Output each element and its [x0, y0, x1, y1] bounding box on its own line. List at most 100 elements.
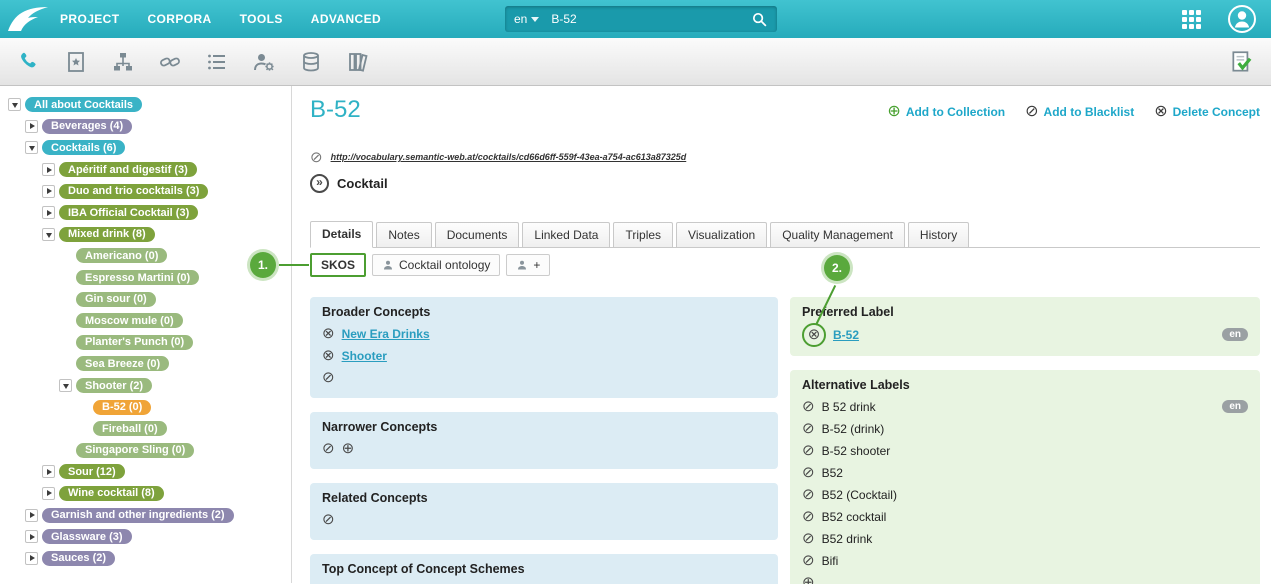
repository-icon[interactable]: [343, 47, 373, 77]
tree-expand-toggle-icon[interactable]: [42, 465, 55, 478]
poolparty-logo[interactable]: [0, 0, 56, 38]
user-avatar-icon[interactable]: [1227, 4, 1257, 34]
tree-node-all-about-cocktails[interactable]: All about Cocktails: [25, 97, 142, 112]
tree-expand-toggle-icon[interactable]: [25, 120, 38, 133]
tab-triples[interactable]: Triples: [613, 222, 673, 247]
preferred-label-value[interactable]: B-52: [833, 328, 859, 342]
remove-concept-icon[interactable]: ⊗: [322, 326, 335, 341]
tree-node-shooter-2[interactable]: Shooter (2): [76, 378, 152, 393]
tree-expand-toggle-icon[interactable]: [42, 206, 55, 219]
link-icon[interactable]: [155, 47, 185, 77]
tree-node-fireball-0[interactable]: Fireball (0): [93, 421, 167, 436]
tree-expand-toggle-icon[interactable]: [42, 163, 55, 176]
search-icon[interactable]: [751, 11, 768, 28]
tab-quality-management[interactable]: Quality Management: [770, 222, 905, 247]
subtab-skos[interactable]: SKOS1.: [310, 253, 366, 277]
annotation-ring: ⊗ 2.: [802, 323, 826, 347]
broader-concept-link[interactable]: Shooter: [342, 349, 387, 363]
tree-expand-toggle-icon[interactable]: [25, 509, 38, 522]
label-link-icon[interactable]: ⊘: [802, 553, 815, 568]
tab-details[interactable]: Details: [310, 221, 373, 248]
tree-expand-toggle-icon[interactable]: [25, 552, 38, 565]
tree-node-sea-breeze-0[interactable]: Sea Breeze (0): [76, 356, 169, 371]
label-link-icon[interactable]: ⊘: [802, 399, 815, 414]
tree-collapse-toggle-icon[interactable]: [25, 141, 38, 154]
link-concept-icon[interactable]: ⊘: [322, 512, 335, 527]
label-link-icon[interactable]: ⊘: [802, 421, 815, 436]
user-settings-icon[interactable]: [249, 47, 279, 77]
remove-concept-icon[interactable]: ⊗: [322, 348, 335, 363]
menu-item-tools[interactable]: TOOLS: [240, 12, 283, 26]
menu-item-advanced[interactable]: ADVANCED: [311, 12, 381, 26]
tab-visualization[interactable]: Visualization: [676, 222, 767, 247]
search-input[interactable]: B-52: [551, 12, 751, 26]
tree-collapse-toggle-icon[interactable]: [8, 98, 21, 111]
label-link-icon[interactable]: ⊘: [802, 509, 815, 524]
search-language-selector[interactable]: en: [514, 12, 539, 26]
tree-node-sour-12[interactable]: Sour (12): [59, 464, 125, 479]
project-toolbar: [0, 38, 1271, 86]
delete-concept-button[interactable]: ⊗Delete Concept: [1154, 104, 1260, 120]
broader-concept-link[interactable]: New Era Drinks: [342, 327, 430, 341]
tree-node-cocktails-6[interactable]: Cocktails (6): [42, 140, 125, 155]
tree-node-glassware-3[interactable]: Glassware (3): [42, 529, 132, 544]
tab-notes[interactable]: Notes: [376, 222, 431, 247]
tree-node-wine-cocktail-8[interactable]: Wine cocktail (8): [59, 486, 164, 501]
favorite-document-icon[interactable]: [61, 47, 91, 77]
alternative-label-value: B52: [822, 466, 843, 480]
tree-node-iba-official-cocktail-3[interactable]: IBA Official Cocktail (3): [59, 205, 198, 220]
search-box[interactable]: en B-52: [505, 6, 777, 32]
tree-node-gin-sour-0[interactable]: Gin sour (0): [76, 292, 156, 307]
tree-node-ap-ritif-and-digestif-3[interactable]: Apéritif and digestif (3): [59, 162, 197, 177]
alternative-label-value: B 52 drink: [822, 400, 876, 414]
tree-expand-toggle-icon[interactable]: [25, 530, 38, 543]
concept-uri-link[interactable]: http://vocabulary.semantic-web.at/cockta…: [331, 152, 687, 162]
person-icon: [516, 259, 528, 271]
tree-node-planter-s-punch-0[interactable]: Planter's Punch (0): [76, 335, 193, 350]
document-check-icon[interactable]: [1227, 47, 1257, 77]
menu-item-project[interactable]: PROJECT: [60, 12, 119, 26]
tree-node-americano-0[interactable]: Americano (0): [76, 248, 167, 263]
tree-row: Singapore Sling (0): [4, 440, 291, 462]
subtab-add-ontology[interactable]: +: [506, 254, 550, 276]
label-link-icon[interactable]: ⊘: [802, 487, 815, 502]
tree-expand-toggle-icon[interactable]: [42, 487, 55, 500]
content-area: All about Cocktails Beverages (4) Cocktail…: [0, 86, 1271, 583]
add-to-blacklist-button[interactable]: ⊘Add to Blacklist: [1025, 104, 1134, 120]
subtab-cocktail-ontology[interactable]: Cocktail ontology: [372, 254, 500, 276]
tree-collapse-toggle-icon[interactable]: [42, 228, 55, 241]
remove-label-icon[interactable]: ⊗: [808, 327, 821, 342]
hierarchy-icon[interactable]: [108, 47, 138, 77]
tree-node-sauces-2[interactable]: Sauces (2): [42, 551, 115, 566]
annotation-line: [279, 264, 309, 266]
tab-linked-data[interactable]: Linked Data: [522, 222, 610, 247]
tree-node-garnish-and-other-ingredients-2[interactable]: Garnish and other ingredients (2): [42, 508, 234, 523]
tree-node-moscow-mule-0[interactable]: Moscow mule (0): [76, 313, 183, 328]
add-concept-icon[interactable]: ⊕: [342, 441, 355, 456]
tree-node-b-52-0[interactable]: B-52 (0): [93, 400, 151, 415]
tree-collapse-toggle-icon[interactable]: [59, 379, 72, 392]
action-label: Add to Blacklist: [1044, 105, 1135, 119]
label-link-icon[interactable]: ⊘: [802, 531, 815, 546]
add-to-collection-button[interactable]: ⊕Add to Collection: [887, 104, 1005, 120]
alternative-label-row: ⊘B-52 (drink): [802, 418, 1248, 440]
menu-item-corpora[interactable]: CORPORA: [147, 12, 211, 26]
label-link-icon[interactable]: ⊘: [802, 465, 815, 480]
tree-expand-toggle-icon[interactable]: [42, 185, 55, 198]
add-label-icon[interactable]: ⊕: [802, 575, 815, 584]
tree-node-mixed-drink-8[interactable]: Mixed drink (8): [59, 227, 155, 242]
tab-history[interactable]: History: [908, 222, 969, 247]
database-icon[interactable]: [296, 47, 326, 77]
labels-column: Preferred Label ⊗ 2. B-52 en Alternative…: [790, 297, 1260, 584]
label-link-icon[interactable]: ⊘: [802, 443, 815, 458]
tab-documents[interactable]: Documents: [435, 222, 520, 247]
link-concept-icon[interactable]: ⊘: [322, 370, 335, 385]
tree-node-duo-and-trio-cocktails-3[interactable]: Duo and trio cocktails (3): [59, 184, 208, 199]
tree-node-singapore-sling-0[interactable]: Singapore Sling (0): [76, 443, 194, 458]
tree-node-beverages-4[interactable]: Beverages (4): [42, 119, 132, 134]
apps-grid-icon[interactable]: [1182, 10, 1201, 29]
link-concept-icon[interactable]: ⊘: [322, 441, 335, 456]
tree-node-espresso-martini-0[interactable]: Espresso Martini (0): [76, 270, 199, 285]
list-icon[interactable]: [202, 47, 232, 77]
phone-icon[interactable]: [14, 47, 44, 77]
